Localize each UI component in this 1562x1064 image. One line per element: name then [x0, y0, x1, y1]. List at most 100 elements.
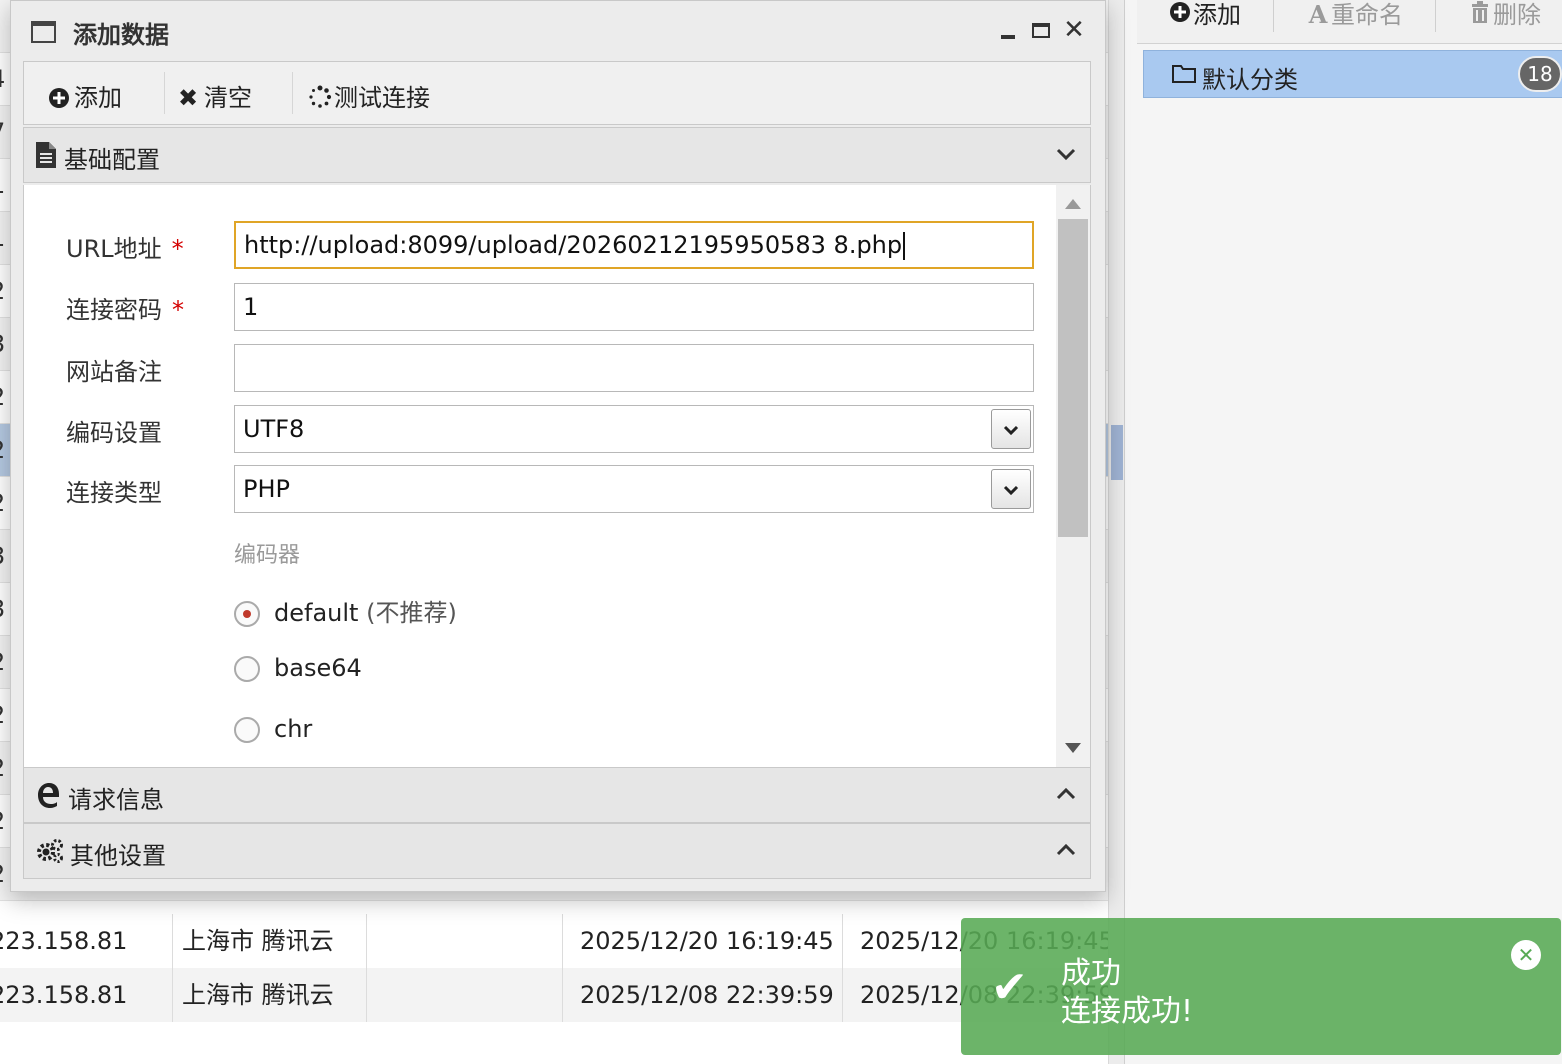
edge-browser-icon [36, 782, 60, 810]
scroll-up-arrow-icon[interactable] [1065, 199, 1081, 209]
plus-circle-icon [1167, 0, 1193, 30]
row-cell: 7 [0, 118, 5, 146]
created-time-cell: 2025/12/20 16:19:45 [580, 927, 834, 955]
gears-icon [36, 838, 63, 866]
file-text-icon [36, 142, 60, 170]
note-input[interactable] [234, 344, 1034, 392]
password-input[interactable]: 1 [234, 283, 1034, 331]
note-label: 网站备注 [66, 358, 162, 386]
row-cell: 3 [0, 595, 5, 623]
row-cell: 1 [0, 224, 5, 252]
trash-icon [1467, 0, 1493, 30]
scrollbar-thumb[interactable] [1058, 219, 1088, 537]
form-scrollbar[interactable] [1056, 185, 1090, 767]
category-item-default[interactable]: 默认分类 18 [1143, 50, 1562, 98]
delete-category-button[interactable]: 删除 [1467, 0, 1541, 32]
add-category-button[interactable]: 添加 [1167, 0, 1241, 32]
encoding-select-value: UTF8 [243, 415, 305, 443]
dialog-titlebar[interactable]: 添加数据 ✕ [11, 1, 1105, 59]
basic-config-title: 基础配置 [64, 146, 160, 174]
toast-message: 连接成功! [1061, 994, 1194, 1029]
url-label: URL地址 * [66, 235, 184, 263]
toast-close-button[interactable]: ✕ [1511, 940, 1541, 970]
row-cell: 2 [0, 648, 5, 676]
encoder-option-note: (不推荐) [366, 599, 457, 627]
table-row[interactable]: 223.158.81 上海市 腾讯云 2025/12/08 22:39:59 2… [0, 968, 1124, 1022]
test-connection-label: 测试连接 [334, 84, 430, 112]
encoder-option-chr[interactable]: chr [234, 715, 312, 747]
url-input-value: http://upload:8099/upload/20260212195950… [244, 231, 903, 259]
chevron-down-icon[interactable] [991, 409, 1031, 449]
table-scrollbar[interactable] [1108, 0, 1124, 1064]
other-settings-title: 其他设置 [70, 842, 166, 870]
table-row[interactable]: 223.158.81 上海市 腾讯云 2025/12/20 16:19:45 2… [0, 914, 1124, 968]
basic-config-section-header[interactable]: 基础配置 [23, 127, 1091, 183]
basic-config-form: URL地址 * http://upload:8099/upload/2026021… [23, 185, 1091, 767]
minimize-icon [1001, 35, 1015, 39]
type-label: 连接类型 [66, 479, 162, 507]
chevron-down-icon[interactable] [991, 469, 1031, 509]
close-button[interactable]: ✕ [1061, 17, 1087, 43]
category-panel: 添加 A 重命名 删除 默认分类 18 [1124, 0, 1562, 1064]
row-cell: 3 [0, 542, 5, 570]
chevron-up-icon [1056, 782, 1076, 807]
required-mark: * [172, 296, 184, 324]
row-cell: 2 [0, 383, 5, 411]
success-toast: ✔ 成功 连接成功! ✕ [961, 918, 1561, 1055]
connection-type-select[interactable]: PHP [234, 465, 1034, 513]
row-cell: 1 [0, 171, 5, 199]
created-time-cell: 2025/12/08 22:39:59 [580, 981, 834, 1009]
category-count-badge: 18 [1518, 56, 1562, 92]
row-cell: 2 [0, 701, 5, 729]
encoding-select[interactable]: UTF8 [234, 405, 1034, 453]
encoding-label: 编码设置 [66, 419, 162, 447]
chevron-down-icon [1056, 142, 1076, 167]
category-toolbar: 添加 A 重命名 删除 [1137, 0, 1562, 44]
rename-category-button[interactable]: A 重命名 [1305, 0, 1403, 32]
ip-cell: 223.158.81 [0, 981, 128, 1009]
minimize-button[interactable] [997, 17, 1023, 43]
spinner-icon [308, 84, 334, 112]
row-cell: 2 [0, 436, 5, 464]
close-icon: ✕ [1063, 15, 1085, 45]
clear-button-label: 清空 [204, 84, 252, 112]
password-label: 连接密码 * [66, 296, 184, 324]
radio-unchecked-icon[interactable] [234, 656, 260, 682]
test-connection-button[interactable]: 测试连接 [308, 78, 430, 112]
check-icon: ✔ [991, 962, 1028, 1013]
ip-cell: 223.158.81 [0, 927, 128, 955]
radio-unchecked-icon[interactable] [234, 717, 260, 743]
location-cell: 上海市 腾讯云 [182, 981, 334, 1009]
encoder-option-label: chr [274, 715, 313, 743]
row-cell: 2 [0, 277, 5, 305]
font-a-icon: A [1308, 0, 1328, 29]
folder-icon [1172, 63, 1196, 87]
row-cell: 2 [0, 754, 5, 782]
encoder-group-title: 编码器 [234, 543, 301, 568]
text-caret [903, 232, 906, 260]
chevron-up-icon [1056, 838, 1076, 863]
add-data-dialog: 添加数据 ✕ 添加 ✖ 清空 测试连接 基础配置 URL地址 * http://… [10, 0, 1106, 892]
row-cell: 4 [0, 65, 5, 93]
url-input[interactable]: http://upload:8099/upload/20260212195950… [234, 221, 1034, 269]
other-settings-section-header[interactable]: 其他设置 [23, 823, 1091, 879]
required-mark: * [171, 235, 184, 263]
scrollbar-thumb[interactable] [1111, 425, 1123, 480]
encoder-option-label: base64 [274, 654, 362, 682]
row-cell: 2 [0, 807, 5, 835]
maximize-button[interactable] [1029, 17, 1055, 43]
password-input-value: 1 [243, 293, 259, 321]
rename-category-label: 重命名 [1331, 1, 1403, 29]
row-cell: 2 [0, 489, 5, 517]
clear-button[interactable]: ✖ 清空 [178, 78, 252, 112]
connection-type-value: PHP [243, 475, 290, 503]
request-info-section-header[interactable]: 请求信息 [23, 767, 1091, 823]
radio-checked-icon[interactable] [234, 601, 260, 627]
scroll-down-arrow-icon[interactable] [1065, 743, 1081, 753]
encoder-option-default[interactable]: default (不推荐) [234, 593, 457, 627]
add-button[interactable]: 添加 [48, 78, 122, 112]
dialog-title: 添加数据 [73, 21, 169, 49]
row-cell: 2 [0, 860, 5, 888]
location-cell: 上海市 腾讯云 [182, 927, 334, 955]
encoder-option-base64[interactable]: base64 [234, 654, 362, 686]
